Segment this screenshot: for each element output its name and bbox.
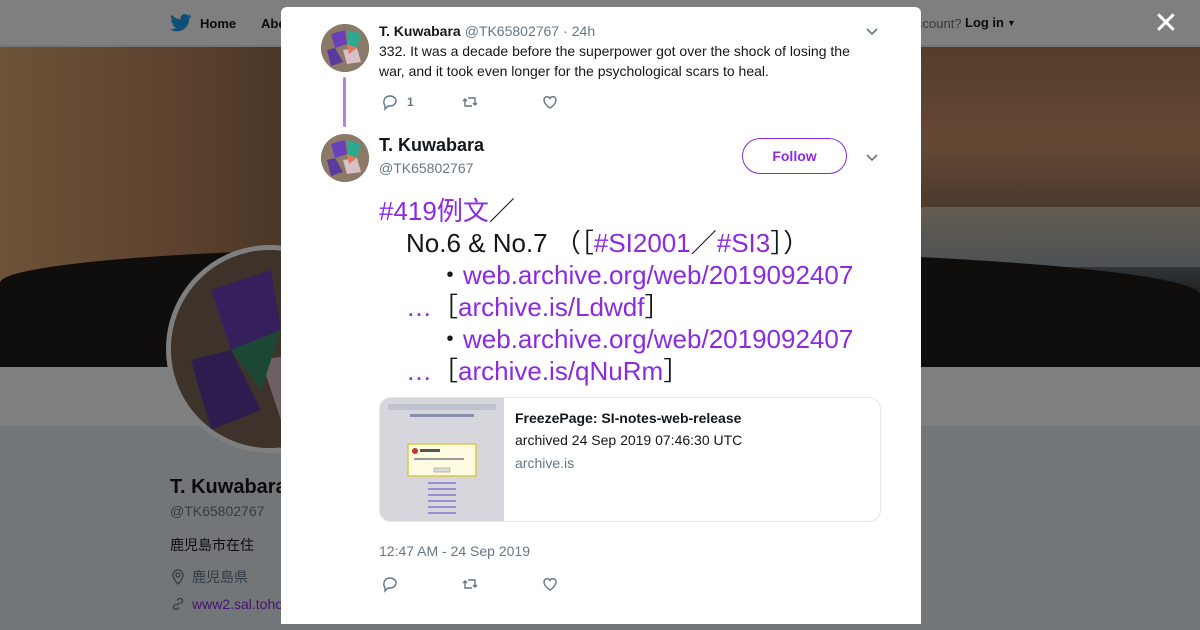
tweet-timestamp[interactable]: 12:47 AM - 24 Sep 2019 (379, 543, 530, 559)
url-link[interactable]: web.archive.org/web/2019092407 (463, 324, 853, 354)
text-segment: ［ (432, 356, 459, 386)
card-domain: archive.is (515, 455, 575, 471)
retweet-button[interactable] (461, 575, 541, 593)
chevron-down-icon[interactable] (865, 24, 879, 38)
parent-tweet-header: T. Kuwabara @TK65802767 · 24h (379, 23, 595, 39)
chevron-down-icon[interactable] (865, 150, 879, 164)
tweet-line-1: #419例文／ (379, 195, 889, 227)
text-segment: ］ (644, 292, 671, 322)
freezepage-screenshot-image (380, 398, 504, 521)
parent-tweet-time[interactable]: 24h (572, 23, 595, 39)
follow-button[interactable]: Follow (742, 138, 847, 174)
reply-count: 1 (407, 95, 414, 109)
retweet-button[interactable] (461, 93, 541, 111)
url-link[interactable]: archive.is/Ldwdf (458, 292, 644, 322)
card-thumbnail (380, 398, 504, 521)
quilt-avatar-image (321, 134, 369, 182)
main-tweet-name[interactable]: T. Kuwabara (379, 135, 484, 156)
parent-tweet-separator: · (563, 23, 568, 39)
heart-icon (543, 96, 557, 109)
bullet: ・ (437, 324, 464, 354)
text-segment: ］） (770, 228, 810, 258)
main-tweet-text: #419例文／ No.6 & No.7 （［#SI2001／#SI3］） ・we… (379, 195, 889, 387)
tweet-permalink-modal: T. Kuwabara @TK65802767 · 24h 332. It wa… (281, 7, 921, 624)
main-tweet-actions (381, 575, 621, 593)
reply-icon (383, 577, 397, 593)
url-ellipsis[interactable]: … (406, 356, 432, 386)
like-button[interactable] (541, 93, 621, 111)
url-link[interactable]: archive.is/qNuRm (458, 356, 663, 386)
tweet-line-2: No.6 & No.7 （［#SI2001／#SI3］） (379, 227, 889, 259)
quilt-avatar-image (321, 24, 369, 72)
text-segment: ］ (663, 356, 690, 386)
tweet-line-5: ・web.archive.org/web/2019092407 (379, 323, 889, 355)
parent-tweet-avatar[interactable] (321, 24, 369, 72)
text-segment: No.6 & No.7 （［ (406, 228, 594, 258)
hashtag-link[interactable]: #419例文 (379, 196, 489, 226)
card-title: FreezePage: SI-notes-web-release (515, 410, 742, 426)
tweet-line-6: …［archive.is/qNuRm］ (379, 355, 889, 387)
hashtag-link[interactable]: #SI3 (717, 228, 771, 258)
reply-button[interactable]: 1 (381, 93, 461, 111)
reply-icon (383, 95, 397, 111)
card-description: archived 24 Sep 2019 07:46:30 UTC (515, 432, 743, 448)
parent-tweet-handle[interactable]: @TK65802767 (465, 23, 559, 39)
close-icon[interactable]: ✕ (1152, 9, 1180, 39)
tweet-line-4: …［archive.is/Ldwdf］ (379, 291, 889, 323)
url-link[interactable]: web.archive.org/web/2019092407 (463, 260, 853, 290)
thread-connector-line (343, 77, 346, 127)
heart-icon (543, 578, 557, 591)
hashtag-link[interactable]: #SI2001 (594, 228, 691, 258)
text-segment: ［ (432, 292, 459, 322)
link-preview-card[interactable]: FreezePage: SI-notes-web-release archive… (379, 397, 881, 522)
main-tweet-handle[interactable]: @TK65802767 (379, 160, 473, 176)
retweet-icon (462, 97, 478, 107)
text-segment: ／ (690, 228, 717, 258)
retweet-icon (462, 579, 478, 589)
text-segment: ／ (488, 196, 515, 226)
like-button[interactable] (541, 575, 621, 593)
main-tweet-avatar[interactable] (321, 134, 369, 182)
parent-tweet-text: 332. It was a decade before the superpow… (379, 43, 850, 79)
reply-button[interactable] (381, 575, 461, 593)
tweet-line-3: ・web.archive.org/web/2019092407 (379, 259, 889, 291)
parent-tweet-name[interactable]: T. Kuwabara (379, 23, 461, 39)
bullet: ・ (437, 260, 464, 290)
parent-tweet-actions: 1 (381, 93, 621, 111)
url-ellipsis[interactable]: … (406, 292, 432, 322)
